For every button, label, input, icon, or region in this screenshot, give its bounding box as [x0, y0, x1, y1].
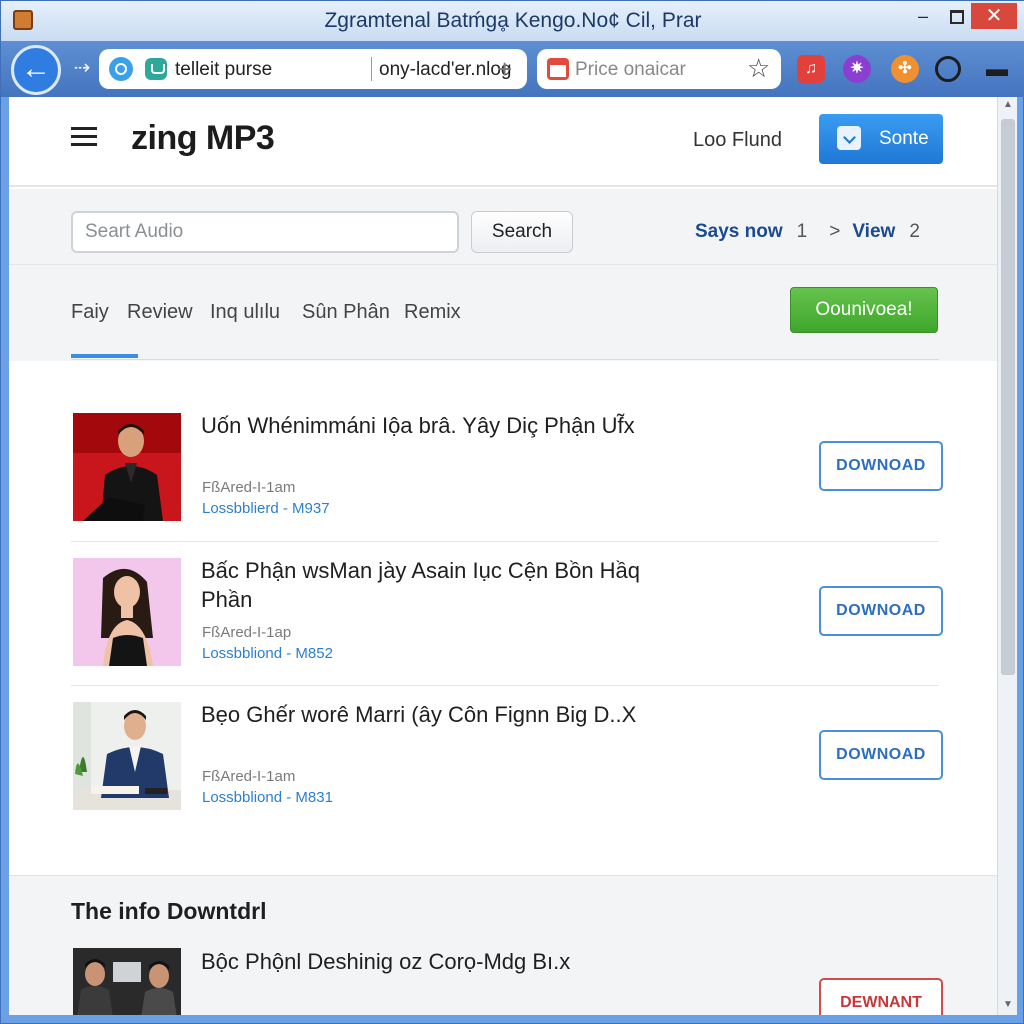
address-bar[interactable]: telleit purse ony-lacd'er.nlog + — [99, 49, 527, 89]
url-domain: telleit purse — [175, 59, 273, 80]
tab-sun-phan[interactable]: Sûn Phân — [302, 301, 390, 324]
scroll-down-icon[interactable]: ▼ — [998, 999, 1018, 1013]
section-title: The info Downtdrl — [71, 898, 267, 924]
signup-label: Sonte — [879, 128, 929, 149]
page-content: zing MP3 Loo Flund Sonte Search Says now… — [9, 97, 997, 1015]
site-header: zing MP3 Loo Flund Sonte — [9, 97, 997, 187]
menu-icon[interactable]: ▬ — [983, 55, 1011, 83]
download-button[interactable]: DEWNANT — [819, 978, 943, 1015]
scroll-thumb[interactable] — [1001, 119, 1015, 675]
song-row: Bẹo Ghếr worê Marri (ây Côn Fignn Big D.… — [71, 685, 943, 829]
info-download-section: The info Downtdrl Bộc Phộnl Deshinig oz … — [9, 875, 997, 1015]
pager-link-view[interactable]: View — [852, 221, 895, 242]
tab-remix[interactable]: Remix — [404, 301, 461, 324]
pager-number-1[interactable]: 1 — [797, 221, 808, 242]
song-thumbnail[interactable] — [73, 948, 181, 1015]
search-icon — [109, 57, 133, 81]
search-row: Search Says now 1 > View 2 — [9, 189, 997, 265]
add-icon[interactable]: + — [497, 55, 512, 83]
url-path: ony-lacd'er.nlog — [379, 59, 512, 80]
song-title[interactable]: Bộc Phộnl Deshinig oz Corọ-Mdg Bı.x — [201, 947, 661, 976]
site-logo[interactable]: zing MP3 — [131, 119, 275, 158]
song-artist-link[interactable]: Lossbblierd - M937 — [202, 500, 330, 517]
browser-toolbar: ← ⇢ telleit purse ony-lacd'er.nlog + Pri… — [1, 41, 1024, 97]
title-bar: Zgramtenal Batḿgḁ Kengo.No¢ Cil, Prar – … — [1, 1, 1024, 41]
audio-search-input[interactable] — [71, 211, 459, 253]
browser-search-placeholder: Price onaicar — [575, 59, 686, 80]
pagination: Says now 1 > View 2 — [695, 221, 920, 243]
site-lock-icon — [145, 58, 167, 80]
signup-button[interactable]: Sonte — [819, 114, 943, 164]
pager-link-says-now[interactable]: Says now — [695, 221, 783, 242]
scroll-up-icon[interactable]: ▲ — [998, 99, 1018, 113]
active-tab-indicator — [71, 354, 138, 358]
song-title[interactable]: Bấc Phận wsMan jày Asain Iục Cện Bồn Hầq… — [201, 556, 661, 614]
song-thumbnail[interactable] — [73, 702, 181, 810]
maximize-button[interactable] — [943, 3, 971, 29]
calendar-icon — [547, 58, 569, 80]
tab-inq-ulilu[interactable]: Inq ulılu — [210, 301, 280, 324]
browser-search-box[interactable]: Price onaicar ☆ — [537, 49, 781, 89]
close-button[interactable]: ✕ — [971, 3, 1017, 29]
window-title: Zgramtenal Batḿgḁ Kengo.No¢ Cil, Prar — [324, 9, 702, 32]
search-button[interactable]: Search — [471, 211, 573, 253]
bookmark-star-icon[interactable]: ☆ — [747, 53, 770, 84]
download-button[interactable]: DOWNOAD — [819, 586, 943, 636]
song-meta: FßAred-I-1ap — [202, 624, 292, 641]
minimize-button[interactable]: – — [903, 3, 943, 29]
vertical-scrollbar[interactable]: ▲ ▼ — [997, 97, 1017, 1015]
music-extension-icon[interactable]: ♫ — [797, 55, 825, 83]
song-meta: FßAred-I-1am — [202, 479, 296, 496]
song-thumbnail[interactable] — [73, 413, 181, 521]
song-row: Bấc Phận wsMan jày Asain Iục Cện Bồn Hầq… — [71, 541, 943, 685]
category-tabs: Faiy Review Inq ulılu Sûn Phân Remix Oou… — [9, 265, 997, 361]
song-row: Uốn Whénimmáni Iộa brâ. Yây Diç Phận Uf̃… — [71, 397, 943, 541]
forward-button[interactable]: ⇢ — [69, 55, 95, 81]
login-link[interactable]: Loo Flund — [693, 129, 782, 152]
song-meta: FßAred-I-1am — [202, 768, 296, 785]
download-button[interactable]: DOWNOAD — [819, 441, 943, 491]
song-row: Bộc Phộnl Deshinig oz Corọ-Mdg Bı.x DEWN… — [71, 947, 943, 1015]
browser-window: Zgramtenal Batḿgḁ Kengo.No¢ Cil, Prar – … — [0, 0, 1024, 1024]
song-artist-link[interactable]: Lossbbliond - M831 — [202, 789, 333, 806]
pager-number-2[interactable]: 2 — [909, 221, 920, 242]
song-title[interactable]: Uốn Whénimmáni Iộa brâ. Yây Diç Phận Uf̃… — [201, 411, 661, 440]
url-separator — [371, 57, 372, 81]
download-button[interactable]: DOWNOAD — [819, 730, 943, 780]
tab-faiy[interactable]: Faiy — [71, 301, 109, 324]
hamburger-menu-icon[interactable] — [71, 127, 97, 147]
gear-extension-icon[interactable]: ✣ — [891, 55, 919, 83]
check-icon — [837, 126, 861, 150]
pager-next-icon[interactable]: > — [829, 221, 840, 242]
download-all-button[interactable]: Oounivoea! — [790, 287, 938, 333]
chat-extension-icon[interactable] — [935, 56, 961, 82]
tab-review[interactable]: Review — [127, 301, 193, 324]
back-button[interactable]: ← — [11, 45, 61, 95]
song-title[interactable]: Bẹo Ghếr worê Marri (ây Côn Fignn Big D.… — [201, 700, 661, 729]
tabs-divider — [71, 359, 939, 360]
song-artist-link[interactable]: Lossbbliond - M852 — [202, 645, 333, 662]
song-thumbnail[interactable] — [73, 558, 181, 666]
gem-extension-icon[interactable]: ✷ — [843, 55, 871, 83]
